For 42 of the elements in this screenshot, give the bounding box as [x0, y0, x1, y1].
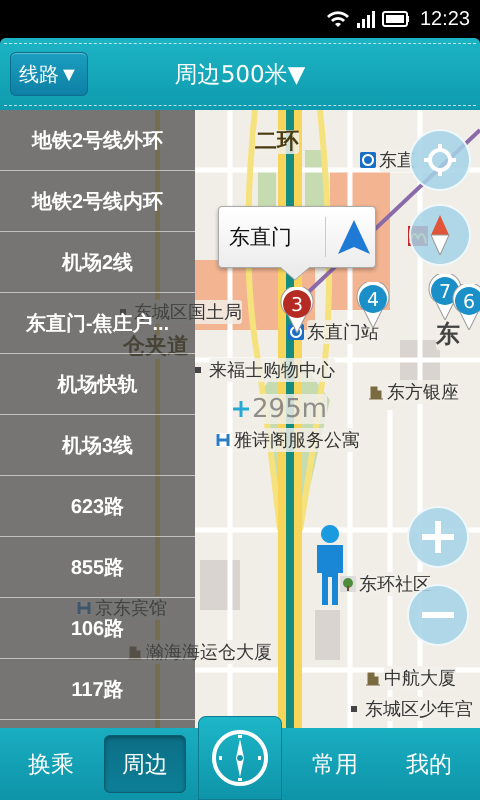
- map-place-label: 来福士购物中心: [209, 358, 335, 382]
- signal-icon: [356, 10, 376, 28]
- compass-nav-button[interactable]: [198, 716, 282, 800]
- navigation-arrow-icon[interactable]: [336, 219, 372, 255]
- map-place-label: 二环: [255, 130, 299, 154]
- building-icon: [368, 384, 384, 400]
- map-place-label: 东方银座: [387, 380, 459, 404]
- subway-station-icon: [360, 152, 376, 168]
- minus-icon: [420, 610, 456, 620]
- map-place-label: 中航大厦: [384, 666, 456, 690]
- route-list-item[interactable]: 855路: [0, 537, 195, 598]
- map-place-label: 东城区少年宫: [365, 697, 473, 721]
- range-dropdown-title[interactable]: 周边500米▼: [174, 62, 306, 88]
- hotel-icon: [215, 432, 231, 448]
- compass-needle-icon: [430, 215, 450, 255]
- person-icon: [314, 525, 346, 605]
- compass-rose-icon: [211, 729, 270, 787]
- place-popup[interactable]: 东直门: [218, 206, 376, 268]
- map-place-label: 雅诗阁服务公寓: [234, 428, 360, 452]
- distance-label: 295m: [252, 394, 327, 424]
- wifi-icon: [326, 10, 350, 28]
- route-list-item[interactable]: 机场2线: [0, 232, 195, 293]
- route-list-item[interactable]: 地铁2号线外环: [0, 110, 195, 171]
- route-list-item[interactable]: 623路: [0, 476, 195, 537]
- route-dropdown-button[interactable]: 线路▼: [10, 52, 88, 96]
- map-place-label: 东: [436, 318, 460, 350]
- plus-icon: [420, 519, 456, 555]
- building-icon: [365, 670, 381, 686]
- popup-title: 东直门: [228, 224, 293, 251]
- clock-time: 12:23: [420, 8, 470, 30]
- nav-tab[interactable]: 换乘: [10, 735, 92, 793]
- nav-tab[interactable]: 常用: [294, 735, 376, 793]
- route-list-item[interactable]: 机场3线: [0, 415, 195, 476]
- tree-icon: [340, 576, 356, 592]
- route-list-item[interactable]: 117路: [0, 659, 195, 720]
- battery-icon: [382, 10, 410, 28]
- nav-tab[interactable]: 我的: [388, 735, 470, 793]
- crosshair-icon: [422, 142, 458, 178]
- popup-pointer: [280, 267, 310, 281]
- plus-icon: [232, 400, 250, 418]
- route-list-item[interactable]: 地铁2号线内环: [0, 171, 195, 232]
- nav-tab[interactable]: 周边: [104, 735, 186, 793]
